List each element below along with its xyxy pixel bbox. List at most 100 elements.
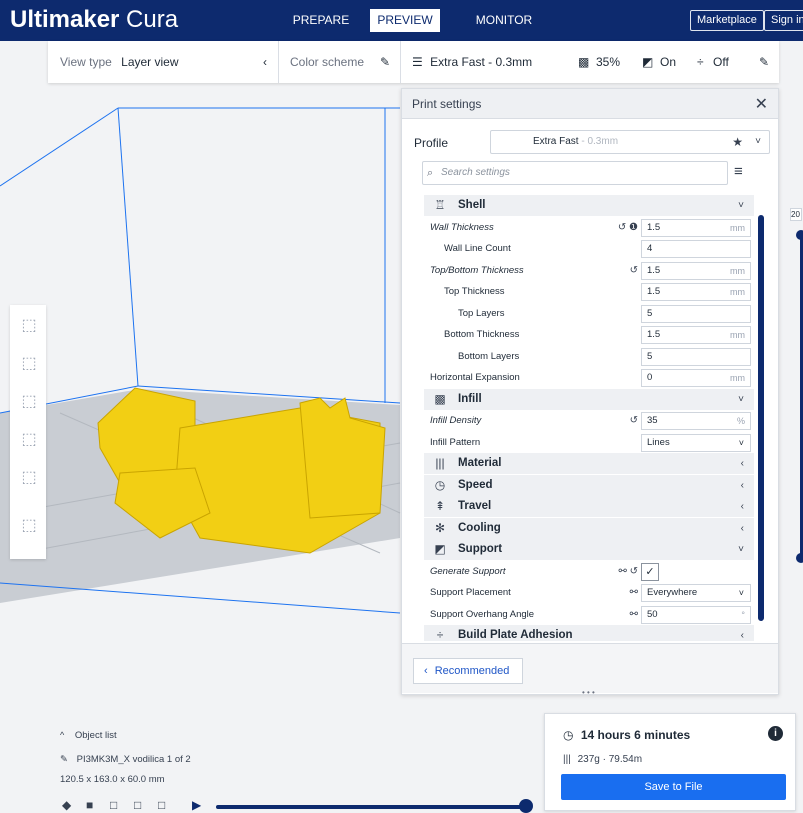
setting-input[interactable]: 0 mm [641,369,751,387]
object-list-toggle[interactable]: ^ Object list [60,730,117,741]
setting-input[interactable]: 35% [641,412,751,430]
setting-controls-icon[interactable]: ↺ [604,260,638,281]
category-travel[interactable]: ⇞ Travel ‹ [424,496,754,517]
color-scheme-selector[interactable]: Color scheme ✎ [290,54,390,70]
category-chevron-icon: ˅ [738,393,744,405]
category-shell[interactable]: ♖ Shell ˅ [424,195,754,216]
layer-slider-bottom-handle[interactable] [796,553,803,563]
toolbar-divider [400,41,401,83]
setting-input[interactable]: 4 [641,240,751,258]
category-infill[interactable]: ▩ Infill ˅ [424,388,754,410]
setting-input[interactable]: 1.5 mm [641,261,751,280]
profile-dropdown[interactable]: Extra Fast - 0.3mm ★ ˅ [490,130,770,154]
profile-label: Profile [414,136,449,150]
info-icon[interactable]: i [768,726,783,741]
travel-icon: ⇞ [434,499,446,513]
resize-handle-icon[interactable]: • • • [582,688,595,697]
setting-row-infill-pattern[interactable]: Infill Pattern Lines ˅ [424,432,754,453]
setting-label: Horizontal Expansion [430,372,520,383]
panel-header: Print settings ✕ [402,89,778,119]
setting-input[interactable]: 1.5 mm [641,283,751,301]
star-icon[interactable]: ★ [732,131,743,153]
mirror-tool-icon[interactable]: ⬚ [18,429,40,451]
toolbar-divider [278,41,279,83]
right-view-icon[interactable]: □ [158,798,165,812]
setting-label: Generate Support [430,565,506,577]
settings-menu-icon[interactable]: ≡ [734,163,743,180]
setting-controls-icon[interactable]: ⚯ [604,604,638,625]
setting-dropdown[interactable]: Everywhere ˅ [641,584,751,602]
setting-controls-icon[interactable]: ⚯ [604,582,638,603]
category-material[interactable]: ||| Material ‹ [424,453,754,474]
support-blocker-icon[interactable]: ⬚ [18,515,40,537]
setting-row-support-placement[interactable]: Support Placement ⚯ Everywhere ˅ [424,582,754,603]
rotate-tool-icon[interactable]: ⬚ [18,391,40,413]
setting-controls-icon[interactable]: ⚯ ↺ [604,561,638,582]
close-icon[interactable]: ✕ [755,94,768,114]
stage-tab-prepare[interactable]: PREPARE [287,9,355,32]
stage-tab-monitor[interactable]: MONITOR [466,9,542,32]
recommended-button[interactable]: ‹ Recommended [413,658,523,684]
settings-list: ♖ Shell ˅ Wall Thickness ↺ ❶ 1.5 mm Wall Line C… [424,195,760,641]
setting-controls-icon[interactable]: ↺ [604,410,638,431]
view-type-label: View type [60,55,112,69]
setting-controls-icon[interactable]: ↺ ❶ [604,217,638,238]
category-support[interactable]: ◩ Support ˅ [424,539,754,560]
setting-row-horizontal-expansion[interactable]: Horizontal Expansion 0 mm [424,367,754,388]
search-settings-input[interactable]: ⌕ Search settings [422,161,728,185]
setting-input[interactable]: 5 [641,347,751,366]
move-tool-icon[interactable]: ⬚ [18,315,40,337]
category-label: Cooling [458,521,501,534]
cooling-icon: ✻ [434,520,446,535]
category-speed[interactable]: ◷ Speed ‹ [424,474,754,496]
sign-in-button[interactable]: Sign in [764,10,803,31]
infill-summary: 35% [596,55,621,69]
setting-row-wall-line-count[interactable]: Wall Line Count 4 [424,238,754,259]
setting-value: 1.5 [647,221,661,233]
category-label: Build Plate Adhesion [458,629,573,641]
category-cooling[interactable]: ✻ Cooling ‹ [424,517,754,539]
recommended-label: Recommended [434,665,510,677]
marketplace-button[interactable]: Marketplace [690,10,764,31]
front-view-icon[interactable]: ■ [86,798,93,812]
3d-view-icon[interactable]: ◆ [62,798,71,812]
left-view-icon[interactable]: □ [134,798,141,812]
pencil-icon: ✎ [60,754,68,765]
category-label: Shell [458,199,486,211]
play-icon[interactable]: ▶ [192,798,201,812]
setting-checkbox[interactable]: ✓ [641,562,659,581]
setting-row-top-bottom-thickness[interactable]: Top/Bottom Thickness ↺ 1.5 mm [424,260,754,281]
category-chevron-icon: ‹ [740,522,744,534]
setting-dropdown[interactable]: Lines ˅ [641,433,751,452]
print-setup-selector[interactable]: ☰ Extra Fast - 0.3mm ▩ 35% ◩ On ÷ Off ✎ [412,54,772,70]
settings-scrollbar[interactable] [758,215,764,621]
setting-input[interactable]: 1.5 mm [641,326,751,344]
setting-row-bottom-thickness[interactable]: Bottom Thickness 1.5 mm [424,324,754,345]
setting-row-support-overhang-angle[interactable]: Support Overhang Angle ⚯ 50 ° [424,604,754,625]
timeline-handle[interactable] [519,799,533,813]
setting-row-bottom-layers[interactable]: Bottom Layers 5 [424,346,754,367]
setting-value: 5 [647,350,653,362]
stage-tab-preview[interactable]: PREVIEW [370,9,440,32]
per-model-settings-icon[interactable]: ⬚ [18,467,40,489]
top-bar: Ultimaker Cura PREPARE PREVIEW MONITOR M… [0,0,803,41]
scale-tool-icon[interactable]: ⬚ [18,353,40,375]
top-view-icon[interactable]: □ [110,798,117,812]
setting-row-top-thickness[interactable]: Top Thickness 1.5 mm [424,281,754,302]
setting-row-top-layers[interactable]: Top Layers 5 [424,303,754,324]
setting-input[interactable]: 50 ° [641,605,751,624]
setting-row-wall-thickness[interactable]: Wall Thickness ↺ ❶ 1.5 mm [424,217,754,238]
layer-timeline[interactable] [216,805,526,809]
layer-slider[interactable]: 20 [790,200,803,570]
setting-label: Support Placement [430,587,511,598]
setting-label: Wall Line Count [444,243,511,254]
setting-input[interactable]: 5 [641,304,751,323]
category-build-plate-adhesion[interactable]: ÷ Build Plate Adhesion ‹ [424,625,754,641]
setting-input[interactable]: 1.5 mm [641,218,751,237]
setting-row-infill-density[interactable]: Infill Density ↺ 35% [424,410,754,431]
save-to-file-button[interactable]: Save to File [561,774,786,800]
setting-label: Top/Bottom Thickness [430,264,524,276]
setting-row-generate-support[interactable]: Generate Support ⚯ ↺ ✓ [424,561,754,582]
view-type-selector[interactable]: View type Layer view ‹ [60,54,270,70]
setting-label: Infill Density [430,415,482,426]
